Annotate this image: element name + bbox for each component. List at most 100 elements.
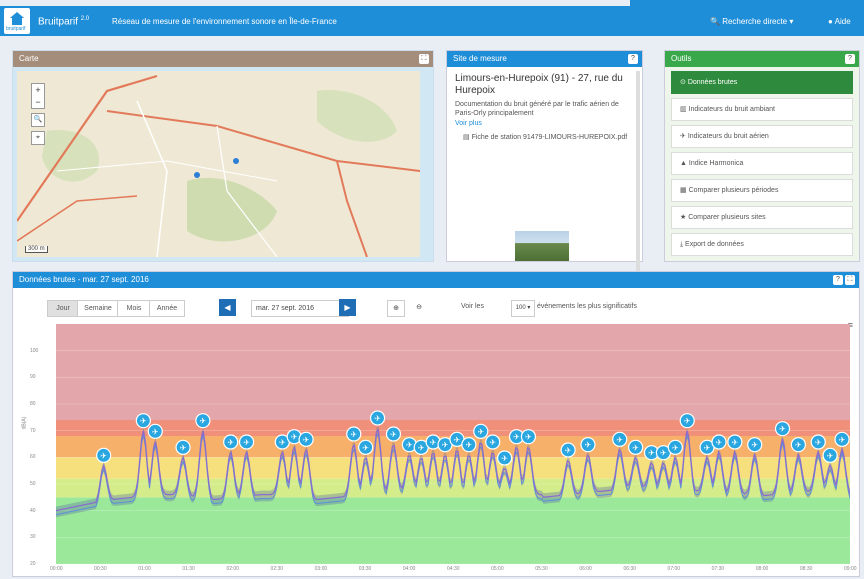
x-tick-label: 01:00 [138, 566, 151, 572]
event-count-select[interactable]: 100 ▾ [511, 300, 535, 317]
file-icon: ▤ [463, 134, 470, 141]
map-panel-header: Carte ⛶ [13, 51, 433, 67]
plane-icon-glyph: ✈ [585, 441, 592, 450]
date-field[interactable]: mar. 27 sept. 2016 [251, 300, 349, 317]
plane-icon-glyph: ✈ [751, 441, 758, 450]
plane-icon-glyph: ✈ [827, 451, 834, 460]
noise-band [56, 497, 850, 564]
previous-day-button[interactable]: ◀ [219, 299, 236, 316]
see-more-link[interactable]: Voir plus [455, 120, 634, 127]
tool-item[interactable]: ▥ Indicateurs du bruit ambiant [671, 98, 853, 121]
plane-icon-glyph: ✈ [672, 443, 679, 452]
tool-item[interactable]: ▦ Comparer plusieurs périodes [671, 179, 853, 202]
fullscreen-icon[interactable]: ⛶ [419, 54, 429, 64]
site-photo[interactable] [515, 231, 569, 261]
tools-panel-title: Outils [671, 54, 692, 63]
y-tick-label: 50 [30, 481, 36, 487]
x-tick-label: 04:30 [447, 566, 460, 572]
events-label: événements les plus significatifs [537, 303, 637, 310]
y-axis-label: dB(A) [21, 416, 28, 430]
x-tick-label: 07:30 [711, 566, 725, 572]
x-tick-label: 00:30 [94, 566, 107, 572]
map-panel: Carte ⛶ + − 🔍 ⌖ 300 m [12, 50, 434, 262]
site-marker [233, 158, 239, 164]
plane-icon-glyph: ✈ [291, 433, 298, 442]
triangle-icon: ▲ [680, 160, 687, 167]
map-canvas[interactable]: + − 🔍 ⌖ 300 m [17, 71, 420, 257]
tool-item[interactable]: ⤓ Export de données [671, 233, 853, 256]
x-tick-label: 01:30 [182, 566, 195, 572]
tool-item-label: Indicateurs du bruit aérien [685, 133, 769, 140]
plane-icon-glyph: ✈ [180, 443, 187, 452]
plane-icon-glyph: ✈ [525, 433, 532, 442]
tool-item[interactable]: ▲ Indice Harmonica [671, 152, 853, 175]
info-icon[interactable]: ? [628, 54, 638, 64]
help-link[interactable]: ● Aide [828, 17, 851, 26]
app-subtitle: Réseau de mesure de l'environnement sono… [112, 17, 337, 26]
map-panel-title: Carte [19, 54, 39, 63]
tab-day[interactable]: Jour [47, 300, 79, 317]
help-icon: ● [828, 17, 833, 26]
x-tick-label: 03:00 [314, 566, 328, 572]
zoom-in-button[interactable]: + [32, 84, 44, 96]
plane-icon-glyph: ✈ [704, 443, 711, 452]
app-name: Bruitparif 2.0 [38, 16, 90, 28]
next-day-button[interactable]: ▶ [339, 299, 356, 316]
chart-controls: Jour Semaine Mois Année ◀ mar. 27 sept. … [13, 292, 859, 320]
plane-icon-glyph: ✈ [430, 438, 437, 447]
zoom-in-icon[interactable]: ⊕ [387, 300, 405, 317]
view-label: Voir les [461, 303, 484, 310]
tab-week[interactable]: Semaine [77, 300, 119, 317]
tools-list: ⊙ Données brutes ▥ Indicateurs du bruit a… [665, 71, 859, 256]
tool-item[interactable]: ⊙ Données brutes [671, 71, 853, 94]
station-file-link[interactable]: ▤ Fiche de station 91479-LIMOURS-HUREPOI… [463, 133, 634, 142]
fullscreen-icon[interactable]: ⛶ [845, 275, 855, 285]
plane-icon-glyph: ✈ [100, 451, 107, 460]
plane-icon-glyph: ✈ [660, 449, 667, 458]
logo[interactable]: bruitparif [4, 8, 30, 34]
tool-item[interactable]: ✈ Indicateurs du bruit aérien [671, 125, 853, 148]
plane-icon-glyph: ✈ [454, 435, 461, 444]
zoom-out-icon[interactable]: ⊖ [411, 300, 427, 315]
plane-icon-glyph: ✈ [795, 441, 802, 450]
plane-icon-glyph: ✈ [616, 435, 623, 444]
bar-chart-icon: ▥ [680, 106, 687, 113]
tool-item-label: Indicateurs du bruit ambiant [686, 106, 775, 113]
y-tick-label: 80 [30, 401, 36, 407]
tool-item-label: Indice Harmonica [686, 160, 744, 167]
site-marker [194, 172, 200, 178]
noise-chart[interactable]: ✈ ✈ ✈ ✈ ✈ ✈ ✈ ✈ ✈ ✈ ✈ ✈ ✈ ✈ ✈ ✈ ✈ ✈ ✈ ✈ ✈ ✈ ✈ ✈ ✈ ✈ ✈ ✈ ✈ ✈ ✈ ✈ ✈ ✈ ✈ ✈ ✈ ✈ ✈ ✈… [56, 324, 850, 564]
grid-icon: ▦ [680, 187, 687, 194]
plane-icon-glyph: ✈ [243, 438, 250, 447]
x-tick-label: 07:00 [667, 566, 681, 572]
zoom-control: + − [31, 83, 45, 109]
x-tick-label: 02:30 [270, 566, 284, 572]
locate-icon[interactable]: ⌖ [31, 131, 45, 145]
x-tick-label: 00:00 [50, 566, 63, 572]
site-panel-scrollbar[interactable] [636, 71, 640, 277]
plane-icon-glyph: ✈ [716, 438, 723, 447]
map-search-icon[interactable]: 🔍 [31, 113, 45, 127]
map-scale: 300 m [25, 246, 48, 253]
x-tick-label: 04:00 [402, 566, 416, 572]
search-menu[interactable]: 🔍 Recherche directe ▾ [710, 17, 793, 26]
info-icon[interactable]: ? [845, 54, 855, 64]
app-version: 2.0 [80, 16, 90, 22]
plane-icon-glyph: ✈ [565, 446, 572, 455]
x-tick-label: 06:00 [579, 566, 592, 572]
plane-icon-glyph: ✈ [140, 417, 147, 426]
data-panel-title: Données brutes - mar. 27 sept. 2016 [19, 275, 149, 284]
tool-item-label: Comparer plusieurs sites [686, 214, 766, 221]
y-tick-label: 60 [30, 454, 36, 461]
tab-year[interactable]: Année [149, 300, 185, 317]
x-tick-label: 05:30 [535, 566, 548, 572]
site-panel-header: Site de mesure ? [447, 51, 642, 67]
x-tick-label: 05:00 [491, 566, 504, 572]
plane-icon-glyph: ✈ [501, 454, 508, 463]
tab-month[interactable]: Mois [117, 300, 151, 317]
plane-icon-glyph: ✈ [374, 414, 381, 423]
zoom-out-button[interactable]: − [32, 96, 44, 108]
info-icon[interactable]: ? [833, 275, 843, 285]
tool-item[interactable]: ★ Comparer plusieurs sites [671, 206, 853, 229]
tools-panel: Outils ? ⊙ Données brutes ▥ Indicateurs d… [664, 50, 860, 262]
